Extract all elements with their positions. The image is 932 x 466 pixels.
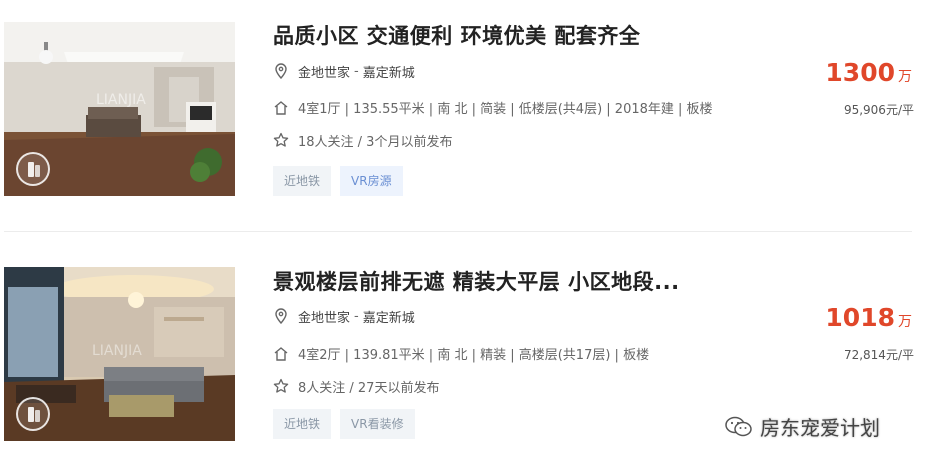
tag-near-subway: 近地铁	[273, 166, 332, 196]
listing-photo[interactable]: LIANJIA	[4, 267, 235, 441]
location-separator: -	[354, 63, 359, 79]
community-link[interactable]: 金地世家	[298, 62, 350, 81]
listing-title[interactable]: 品质小区 交通便利 环境优美 配套齐全	[273, 20, 640, 50]
house-info-row: 4室2厅 | 139.81平米 | 南 北 | 精装 | 高楼层(共17层) |…	[273, 343, 649, 363]
house-info-text: 4室1厅 | 135.55平米 | 南 北 | 简装 | 低楼层(共4层) | …	[298, 101, 713, 117]
listing-title[interactable]: 景观楼层前排无遮 精装大平层 小区地段...	[273, 266, 680, 296]
follow-text: 18人关注 / 3个月以前发布	[298, 134, 453, 150]
watermark-text: 房东宠爱计划	[760, 416, 880, 440]
unit-price: 72,814元/平	[843, 348, 914, 362]
star-icon	[273, 132, 289, 148]
total-price-unit: 万	[898, 69, 912, 85]
listing-divider	[4, 231, 912, 232]
listing-card: LIANJIA 品质小区 交通便利 环境优美 配套齐全 金地世家 - 嘉定新城 …	[0, 0, 932, 232]
follow-text: 8人关注 / 27天以前发布	[298, 380, 440, 396]
follow-row: 18人关注 / 3个月以前发布	[273, 130, 452, 150]
total-price-value: 1018	[825, 303, 895, 332]
house-icon	[273, 99, 289, 115]
location-separator: -	[354, 308, 359, 324]
location-pin-icon	[273, 63, 289, 79]
tag-vr-decoration: VR看装修	[340, 409, 415, 439]
listing-photo[interactable]: LIANJIA	[4, 22, 235, 196]
tag-list: 近地铁 VR房源	[273, 166, 403, 196]
location-row: 金地世家 - 嘉定新城	[273, 61, 415, 81]
wechat-icon	[724, 415, 754, 439]
area-link[interactable]: 嘉定新城	[363, 307, 415, 326]
tag-vr: VR房源	[340, 166, 403, 196]
house-info-row: 4室1厅 | 135.55平米 | 南 北 | 简装 | 低楼层(共4层) | …	[273, 97, 713, 117]
area-link[interactable]: 嘉定新城	[363, 62, 415, 81]
vr-badge-icon	[16, 152, 50, 186]
follow-row: 8人关注 / 27天以前发布	[273, 376, 439, 396]
community-link[interactable]: 金地世家	[298, 307, 350, 326]
svg-text:LIANJIA: LIANJIA	[92, 343, 142, 359]
location-pin-icon	[273, 308, 289, 324]
location-row: 金地世家 - 嘉定新城	[273, 306, 415, 326]
tag-list: 近地铁 VR看装修	[273, 409, 415, 439]
star-icon	[273, 378, 289, 394]
vr-badge-icon	[16, 397, 50, 431]
house-icon	[273, 345, 289, 361]
tag-near-subway: 近地铁	[273, 409, 332, 439]
total-price: 1300 万	[825, 58, 912, 87]
total-price-value: 1300	[825, 58, 895, 87]
total-price: 1018 万	[825, 303, 912, 332]
unit-price: 95,906元/平	[843, 103, 914, 117]
svg-text:LIANJIA: LIANJIA	[96, 92, 146, 108]
total-price-unit: 万	[898, 314, 912, 330]
watermark: 房东宠爱计划	[724, 412, 880, 441]
house-info-text: 4室2厅 | 139.81平米 | 南 北 | 精装 | 高楼层(共17层) |…	[298, 347, 650, 363]
